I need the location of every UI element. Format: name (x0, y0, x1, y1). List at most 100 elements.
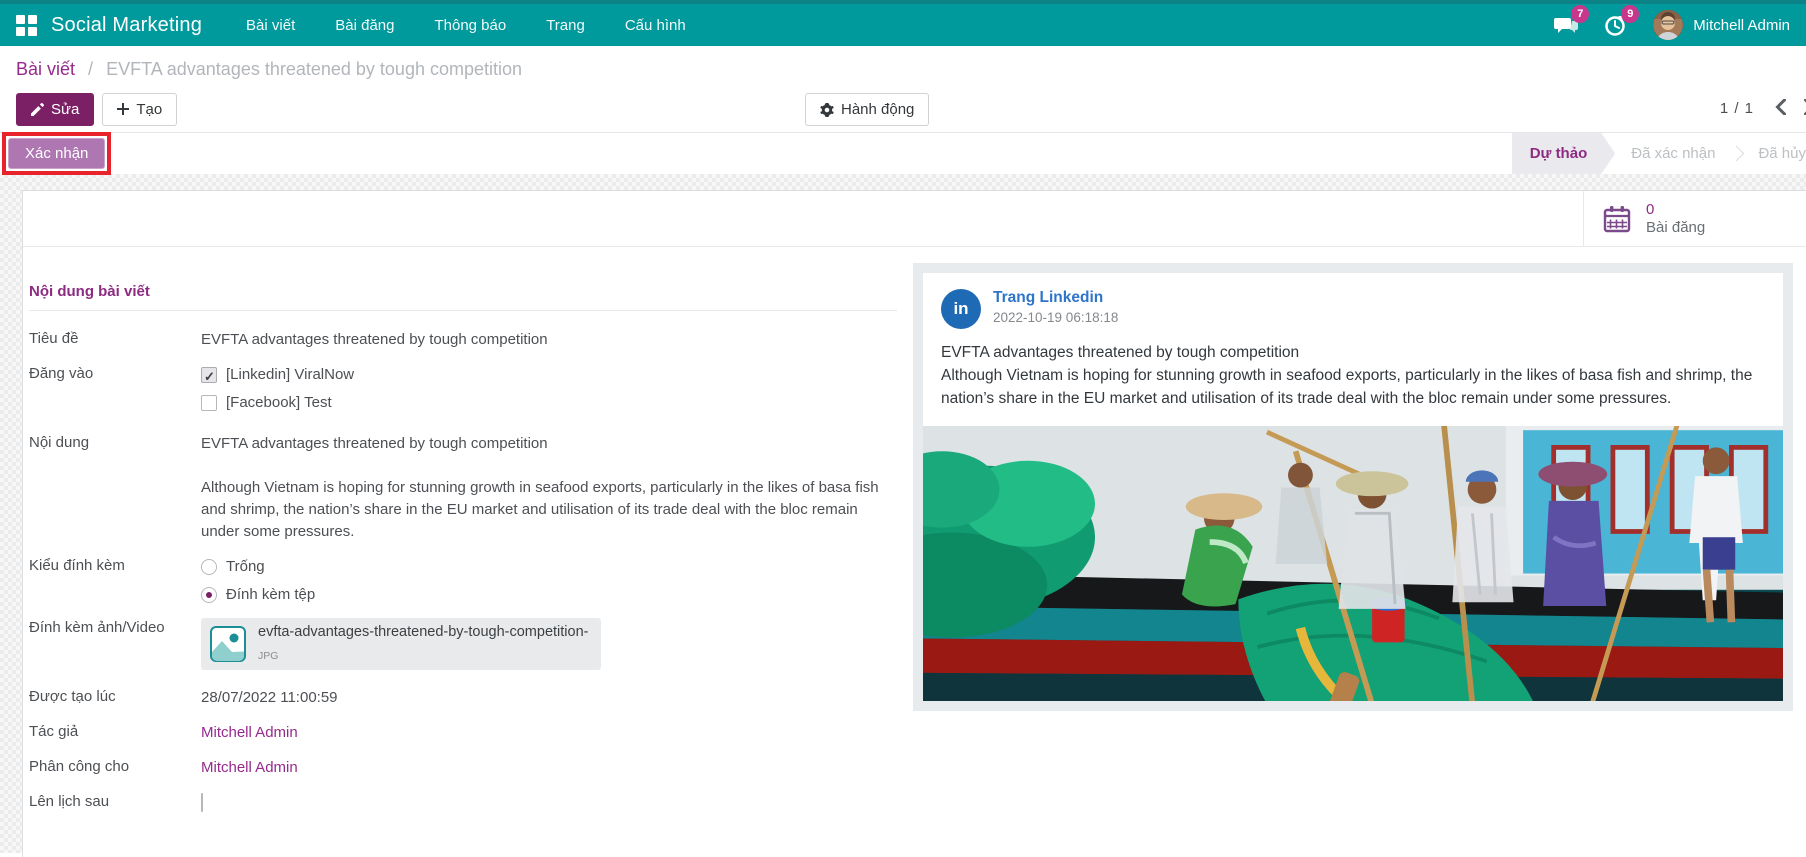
preview-message: EVFTA advantages threatened by tough com… (923, 337, 1783, 426)
main-menu: Bài viết Bài đăng Thông báo Trang Cấu hì… (246, 17, 686, 34)
calendar-icon (1602, 204, 1632, 234)
form-sheet: 0 Bài đăng Nội dung bài viết Tiêu đề EVF… (22, 190, 1806, 857)
stage-pipeline: Dự thảo Đã xác nhận Đã hủy (1512, 133, 1806, 174)
create-button[interactable]: Tạo (102, 93, 177, 126)
field-message: Nội dung EVFTA advantages threatened by … (29, 433, 897, 543)
app-title[interactable]: Social Marketing (51, 14, 202, 37)
social-preview-card: in Trang Linkedin 2022-10-19 06:18:18 EV… (913, 263, 1793, 711)
field-post-on-label: Đăng vào (29, 364, 201, 382)
action-button[interactable]: Hành động (805, 93, 929, 126)
chevron-left-icon (1775, 99, 1786, 115)
messages-button[interactable]: 7 (1553, 13, 1579, 37)
confirm-button[interactable]: Xác nhận (8, 138, 105, 169)
post-image (923, 426, 1783, 701)
action-button-label: Hành động (841, 101, 914, 118)
confirm-button-highlight: Xác nhận (2, 132, 111, 175)
attachment-file-type: JPG (258, 645, 589, 667)
field-schedule-later-label: Lên lịch sau (29, 792, 201, 810)
preview-message-line2: Although Vietnam is hoping for stunning … (941, 364, 1765, 410)
menu-item-bai-dang[interactable]: Bài đăng (335, 17, 394, 34)
facebook-checkbox[interactable] (201, 395, 217, 411)
post-on-option-facebook: [Facebook] Test (201, 392, 897, 414)
menu-item-trang[interactable]: Trang (546, 17, 585, 34)
linkedin-checkbox[interactable] (201, 367, 217, 383)
breadcrumb: Bài viết / EVFTA advantages threatened b… (0, 46, 1806, 86)
field-created-on: Được tạo lúc 28/07/2022 11:00:59 (29, 687, 897, 709)
field-title-value: EVFTA advantages threatened by tough com… (201, 329, 897, 351)
edit-button-label: Sửa (51, 101, 79, 118)
stat-texts: 0 Bài đăng (1646, 201, 1705, 237)
schedule-later-checkbox[interactable] (201, 793, 203, 812)
create-button-label: Tạo (136, 101, 162, 118)
screen: Social Marketing Bài viết Bài đăng Thông… (0, 0, 1806, 857)
message-line2: Although Vietnam is hoping for stunning … (201, 479, 879, 540)
radio-trong-label: Trống (226, 556, 265, 578)
pager-previous-button[interactable] (1775, 99, 1786, 120)
author-link[interactable]: Mitchell Admin (201, 722, 897, 744)
menu-item-thong-bao[interactable]: Thông báo (434, 17, 506, 34)
edit-button[interactable]: Sửa (16, 93, 94, 126)
activities-badge: 9 (1621, 5, 1639, 23)
sheet-body: Nội dung bài viết Tiêu đề EVFTA advantag… (23, 247, 1806, 827)
menu-item-cau-hinh[interactable]: Cấu hình (625, 17, 686, 34)
user-menu[interactable]: Mitchell Admin (1653, 10, 1790, 40)
sheet-header: 0 Bài đăng (23, 191, 1806, 247)
stage-du-thao[interactable]: Dự thảo (1512, 133, 1616, 174)
facebook-checkbox-label: [Facebook] Test (226, 392, 332, 414)
plus-icon (117, 103, 129, 115)
field-attachment-type: Kiểu đính kèm Trống Đính kèm tệp (29, 556, 897, 612)
apps-grid-icon[interactable] (16, 15, 37, 36)
stat-count: 0 (1646, 201, 1705, 219)
posts-stat-button[interactable]: 0 Bài đăng (1583, 191, 1806, 246)
linkedin-avatar-icon: in (941, 289, 981, 329)
preview-header: in Trang Linkedin 2022-10-19 06:18:18 (923, 273, 1783, 337)
stage-da-huy[interactable]: Đã hủy (1742, 145, 1806, 162)
top-navbar: Social Marketing Bài viết Bài đăng Thông… (0, 0, 1806, 46)
attachment-type-option-file: Đính kèm tệp (201, 584, 897, 606)
menu-item-bai-viet[interactable]: Bài viết (246, 17, 295, 34)
control-panel: Sửa Tạo Hành động 1 / 1 (0, 86, 1806, 132)
message-blank-line (201, 455, 897, 477)
field-created-on-label: Được tạo lúc (29, 687, 201, 705)
field-message-label: Nội dung (29, 433, 201, 451)
message-line1: EVFTA advantages threatened by tough com… (201, 435, 548, 452)
field-title: Tiêu đề EVFTA advantages threatened by t… (29, 329, 897, 351)
assigned-to-link[interactable]: Mitchell Admin (201, 757, 897, 779)
field-attachment-label: Đính kèm ảnh/Video (29, 618, 201, 636)
field-attachment-type-label: Kiểu đính kèm (29, 556, 201, 574)
stat-label: Bài đăng (1646, 219, 1705, 237)
attachment-file-name: evfta-advantages-threatened-by-tough-com… (258, 621, 589, 643)
pager-value: 1 / 1 (1720, 100, 1754, 117)
form-background: 0 Bài đăng Nội dung bài viết Tiêu đề EVF… (0, 174, 1806, 853)
messages-badge: 7 (1571, 5, 1589, 23)
breadcrumb-separator: / (88, 59, 93, 79)
field-schedule-later: Lên lịch sau (29, 792, 897, 814)
section-title-content: Nội dung bài viết (29, 283, 897, 311)
form-left-column: Nội dung bài viết Tiêu đề EVFTA advantag… (29, 283, 897, 827)
field-title-label: Tiêu đề (29, 329, 201, 347)
field-author-label: Tác giả (29, 722, 201, 740)
breadcrumb-parent-link[interactable]: Bài viết (16, 59, 75, 79)
field-created-on-value: 28/07/2022 11:00:59 (201, 687, 897, 709)
preview-account-name: Trang Linkedin (993, 289, 1118, 307)
breadcrumb-current: EVFTA advantages threatened by tough com… (106, 59, 522, 79)
user-name: Mitchell Admin (1693, 17, 1790, 34)
preview-timestamp: 2022-10-19 06:18:18 (993, 310, 1118, 325)
form-right-column: in Trang Linkedin 2022-10-19 06:18:18 EV… (913, 263, 1793, 827)
field-assigned-to: Phân công cho Mitchell Admin (29, 757, 897, 779)
activities-button[interactable]: 9 (1603, 13, 1629, 37)
statusbar: Xác nhận Dự thảo Đã xác nhận Đã hủy (0, 132, 1806, 174)
user-avatar (1653, 10, 1683, 40)
attachment-card[interactable]: evfta-advantages-threatened-by-tough-com… (201, 618, 601, 670)
image-file-icon (210, 626, 246, 662)
pencil-icon (31, 103, 44, 116)
field-message-value: EVFTA advantages threatened by tough com… (201, 433, 897, 543)
radio-dinh-kem-tep-label: Đính kèm tệp (226, 584, 315, 606)
radio-trong[interactable] (201, 559, 217, 575)
radio-dinh-kem-tep[interactable] (201, 587, 217, 603)
preview-message-line1: EVFTA advantages threatened by tough com… (941, 341, 1765, 364)
stage-da-xac-nhan[interactable]: Đã xác nhận (1615, 145, 1731, 162)
post-on-option-linkedin: [Linkedin] ViralNow (201, 364, 897, 386)
field-attachment: Đính kèm ảnh/Video evfta-advantages-thre… (29, 618, 897, 670)
field-post-on: Đăng vào [Linkedin] ViralNow [Facebook] … (29, 364, 897, 420)
